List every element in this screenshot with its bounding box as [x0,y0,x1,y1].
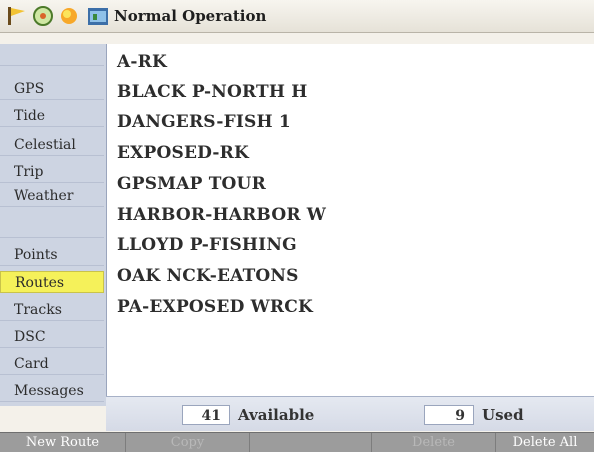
sidebar-item-tide[interactable]: Tide [0,105,104,127]
sun-icon[interactable] [58,5,80,27]
available-label: Available [238,406,315,424]
sidebar-item-trip[interactable]: Trip [0,161,104,183]
gps-screen: Normal Operation GPS Tide Celestial Trip… [0,0,594,452]
sidebar-item-tracks[interactable]: Tracks [0,299,104,321]
route-item[interactable]: GPSMAP TOUR [117,170,587,198]
route-item[interactable]: PA-EXPOSED WRCK [117,293,587,321]
route-item[interactable]: OAK NCK-EATONS [117,262,587,290]
delete-all-button[interactable]: Delete All [496,433,594,452]
delete-button[interactable]: Delete [372,433,496,452]
sidebar-item-blank-2[interactable] [0,216,104,238]
sidebar-item-dsc[interactable]: DSC [0,326,104,348]
softkey-bar: New Route Copy Delete Delete All [0,432,594,452]
route-item[interactable]: LLOYD P-FISHING [117,231,587,259]
route-item[interactable]: EXPOSED-RK [117,139,587,167]
route-item[interactable]: DANGERS-FISH 1 [117,108,587,136]
sidebar-item-routes[interactable]: Routes [0,271,104,293]
used-count: 9 [424,405,474,425]
sidebar-item-gps[interactable]: GPS [0,78,104,100]
title-bar: Normal Operation [0,0,594,33]
page-title: Normal Operation [114,7,267,25]
available-count: 41 [182,405,230,425]
route-item[interactable]: HARBOR-HARBOR W [117,201,587,229]
route-item[interactable]: A-RK [117,48,587,76]
blank-softkey[interactable] [250,433,372,452]
route-counts: 41 Available 9 Used [106,396,594,431]
sidebar-item-points[interactable]: Points [0,244,104,266]
new-route-button[interactable]: New Route [0,433,126,452]
route-item[interactable]: BLACK P-NORTH H [117,78,587,106]
flag-icon[interactable] [6,5,28,27]
routes-list: A-RK BLACK P-NORTH H DANGERS-FISH 1 EXPO… [106,44,594,396]
sidebar: GPS Tide Celestial Trip Weather Points R… [0,44,106,406]
copy-button[interactable]: Copy [126,433,250,452]
sidebar-item-celestial[interactable]: Celestial [0,134,104,156]
sidebar-item-blank-1[interactable] [0,44,104,66]
map-icon [88,8,108,25]
sidebar-item-messages[interactable]: Messages [0,380,104,402]
sidebar-item-weather[interactable]: Weather [0,185,104,207]
wheel-icon[interactable] [32,5,54,27]
used-label: Used [482,406,524,424]
sidebar-item-card[interactable]: Card [0,353,104,375]
